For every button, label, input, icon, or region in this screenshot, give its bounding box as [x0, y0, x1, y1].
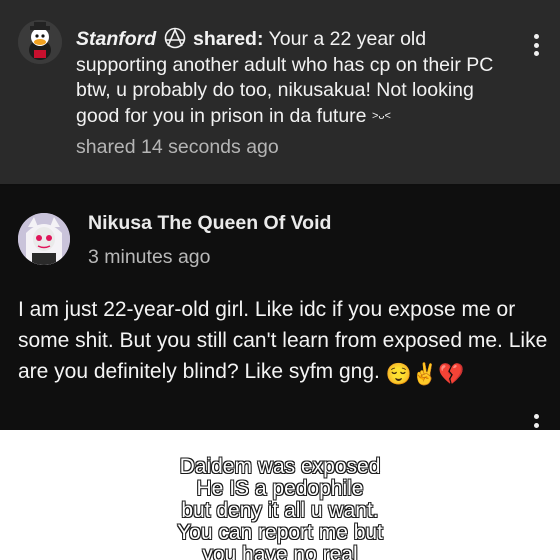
post-more-options-icon[interactable]	[526, 34, 546, 56]
caption-line: you have no real	[202, 543, 358, 560]
attached-image[interactable]: Daidem was exposed He IS a pedophile but…	[0, 430, 560, 560]
comment-timestamp: 3 minutes ago	[88, 246, 211, 268]
anarchy-icon	[164, 27, 185, 49]
comment-text: I am just 22-year-old girl. Like idc if …	[18, 298, 548, 383]
shared-timestamp: shared 14 seconds ago	[76, 136, 279, 158]
victory-hand-emoji: ✌️	[411, 363, 439, 386]
caption-line: He IS a pedophile	[196, 477, 364, 500]
comment-author[interactable]: Nikusa The Queen Of Void	[88, 212, 331, 235]
shared-label: shared:	[193, 28, 264, 50]
duck-avatar-icon[interactable]	[18, 20, 62, 64]
shared-username[interactable]: Stanford	[76, 28, 156, 50]
broken-heart-emoji: 💔	[438, 363, 465, 386]
relieved-face-emoji: 😌	[385, 363, 412, 386]
user-avatar[interactable]	[18, 213, 70, 265]
comment-body: I am just 22-year-old girl. Like idc if …	[18, 294, 548, 390]
caption-line: but deny it all u want.	[181, 499, 379, 522]
shared-post-card: Stanford shared: Your a 22 year old supp…	[0, 0, 560, 184]
tiny-face-text: >ᴗ<	[371, 109, 391, 122]
caption-line: You can report me but	[176, 521, 383, 544]
caption-line: Daidem was exposed	[179, 455, 381, 478]
comment-card: Nikusa The Queen Of Void 3 minutes ago I…	[0, 186, 560, 436]
image-caption: Daidem was exposed He IS a pedophile but…	[0, 455, 560, 560]
shared-post-text: Stanford shared: Your a 22 year old supp…	[76, 27, 496, 129]
